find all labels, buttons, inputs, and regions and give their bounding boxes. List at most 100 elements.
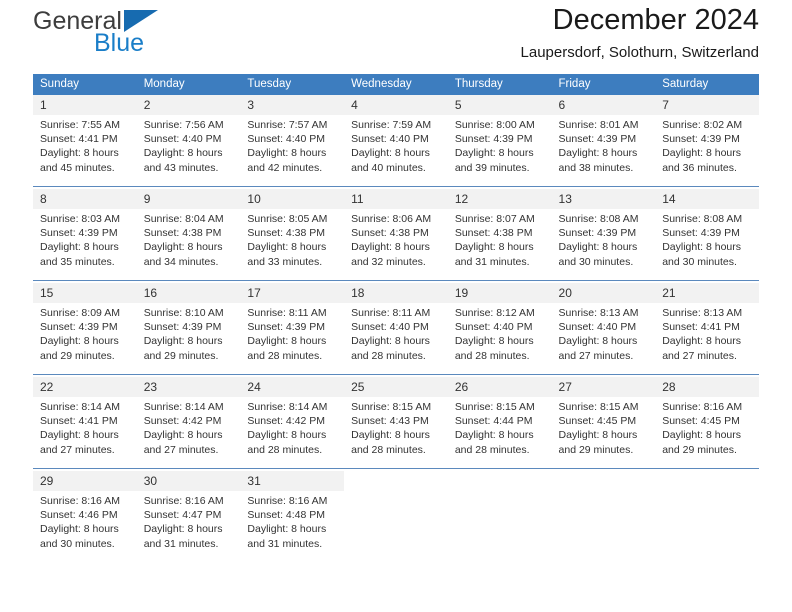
sunset-text: Sunset: 4:46 PM <box>40 509 118 522</box>
day-cell[interactable]: Sunrise: 8:15 AM Sunset: 4:44 PM Dayligh… <box>447 397 552 469</box>
day-number[interactable]: 6 <box>551 95 656 115</box>
day-cell[interactable]: Sunrise: 8:12 AM Sunset: 4:40 PM Dayligh… <box>447 303 552 375</box>
daylight-text-line2: and 30 minutes. <box>558 255 634 268</box>
daylight-text-line2: and 30 minutes. <box>40 537 115 550</box>
sunset-text: Sunset: 4:38 PM <box>351 227 429 240</box>
daylight-text-line1: Daylight: 8 hours <box>558 429 638 442</box>
day-cell[interactable]: Sunrise: 7:57 AM Sunset: 4:40 PM Dayligh… <box>240 115 345 187</box>
day-cell[interactable]: Sunrise: 8:08 AM Sunset: 4:39 PM Dayligh… <box>551 209 656 281</box>
day-cell[interactable]: Sunrise: 7:55 AM Sunset: 4:41 PM Dayligh… <box>33 115 137 187</box>
sunset-text: Sunset: 4:39 PM <box>662 133 740 146</box>
day-number[interactable]: 29 <box>33 471 137 491</box>
day-number[interactable]: 31 <box>240 471 345 491</box>
day-cell[interactable]: Sunrise: 8:05 AM Sunset: 4:38 PM Dayligh… <box>240 209 345 281</box>
sunrise-text: Sunrise: 8:08 AM <box>662 213 743 225</box>
sunset-text: Sunset: 4:39 PM <box>454 133 533 146</box>
day-number[interactable]: 3 <box>240 95 345 115</box>
week-row-daynumbers: 29 30 31 <box>33 471 759 491</box>
day-cell[interactable]: Sunrise: 8:07 AM Sunset: 4:38 PM Dayligh… <box>447 209 552 281</box>
day-cell[interactable]: Sunrise: 8:06 AM Sunset: 4:38 PM Dayligh… <box>344 209 448 281</box>
day-number[interactable]: 27 <box>551 377 656 397</box>
sunset-text: Sunset: 4:39 PM <box>40 227 118 240</box>
day-number[interactable]: 30 <box>136 471 241 491</box>
day-cell[interactable]: Sunrise: 8:11 AM Sunset: 4:40 PM Dayligh… <box>344 303 448 375</box>
day-number[interactable]: 12 <box>447 189 552 209</box>
sunset-text: Sunset: 4:40 PM <box>143 133 222 146</box>
daylight-text-line1: Daylight: 8 hours <box>454 429 534 442</box>
day-number[interactable]: 5 <box>447 95 552 115</box>
page-title: December 2024 <box>552 4 759 36</box>
day-number[interactable]: 14 <box>655 189 759 209</box>
sunrise-text: Sunrise: 8:06 AM <box>351 213 432 225</box>
day-number[interactable]: 8 <box>33 189 137 209</box>
day-cell[interactable]: Sunrise: 7:56 AM Sunset: 4:40 PM Dayligh… <box>136 115 241 187</box>
day-cell[interactable]: Sunrise: 8:00 AM Sunset: 4:39 PM Dayligh… <box>447 115 552 187</box>
day-cell[interactable]: Sunrise: 8:14 AM Sunset: 4:42 PM Dayligh… <box>240 397 345 469</box>
day-number[interactable]: 16 <box>136 283 241 303</box>
sunrise-text: Sunrise: 8:16 AM <box>662 401 743 413</box>
day-cell[interactable]: Sunrise: 8:10 AM Sunset: 4:39 PM Dayligh… <box>136 303 241 375</box>
day-number[interactable]: 22 <box>33 377 137 397</box>
brand-name-blue: Blue <box>94 29 145 57</box>
day-cell[interactable]: Sunrise: 8:16 AM Sunset: 4:46 PM Dayligh… <box>33 491 137 562</box>
brand-logo[interactable]: General Blue <box>33 0 213 68</box>
daylight-text-line2: and 28 minutes. <box>351 443 426 456</box>
day-number[interactable]: 11 <box>344 189 448 209</box>
weekday-header-tuesday: Tuesday <box>240 74 345 95</box>
sunrise-text: Sunrise: 8:03 AM <box>40 213 120 225</box>
sunrise-text: Sunrise: 7:55 AM <box>40 119 120 131</box>
day-number[interactable]: 25 <box>344 377 448 397</box>
week-row-details: Sunrise: 8:09 AM Sunset: 4:39 PM Dayligh… <box>33 303 759 375</box>
day-number[interactable]: 19 <box>447 283 552 303</box>
day-cell[interactable]: Sunrise: 8:01 AM Sunset: 4:39 PM Dayligh… <box>551 115 656 187</box>
week-row-daynumbers: 1 2 3 4 5 6 7 <box>33 95 759 115</box>
day-number[interactable]: 28 <box>655 377 759 397</box>
day-cell[interactable]: Sunrise: 8:03 AM Sunset: 4:39 PM Dayligh… <box>33 209 137 281</box>
day-number[interactable]: 10 <box>240 189 345 209</box>
sunset-text: Sunset: 4:40 PM <box>558 321 637 334</box>
day-number[interactable]: 21 <box>655 283 759 303</box>
day-number[interactable]: 13 <box>551 189 656 209</box>
day-cell[interactable]: Sunrise: 8:15 AM Sunset: 4:43 PM Dayligh… <box>344 397 448 469</box>
daylight-text-line1: Daylight: 8 hours <box>351 241 430 254</box>
sunrise-text: Sunrise: 8:09 AM <box>40 307 120 319</box>
day-cell[interactable]: Sunrise: 8:04 AM Sunset: 4:38 PM Dayligh… <box>136 209 241 281</box>
day-cell[interactable]: Sunrise: 8:16 AM Sunset: 4:47 PM Dayligh… <box>136 491 241 562</box>
day-cell[interactable]: Sunrise: 8:11 AM Sunset: 4:39 PM Dayligh… <box>240 303 345 375</box>
daylight-text-line1: Daylight: 8 hours <box>351 147 430 160</box>
day-cell[interactable]: Sunrise: 8:14 AM Sunset: 4:41 PM Dayligh… <box>33 397 137 469</box>
day-number[interactable]: 24 <box>240 377 345 397</box>
weekday-header-thursday: Thursday <box>447 74 552 95</box>
day-number[interactable]: 1 <box>33 95 137 115</box>
day-cell[interactable]: Sunrise: 8:13 AM Sunset: 4:40 PM Dayligh… <box>551 303 656 375</box>
day-cell[interactable]: Sunrise: 8:15 AM Sunset: 4:45 PM Dayligh… <box>551 397 656 469</box>
day-number[interactable]: 17 <box>240 283 345 303</box>
sunset-text: Sunset: 4:40 PM <box>351 321 429 334</box>
day-number[interactable]: 9 <box>136 189 241 209</box>
day-number[interactable]: 7 <box>655 95 759 115</box>
day-cell[interactable]: Sunrise: 8:16 AM Sunset: 4:45 PM Dayligh… <box>655 397 759 469</box>
day-number[interactable]: 15 <box>33 283 137 303</box>
day-cell[interactable]: Sunrise: 8:08 AM Sunset: 4:39 PM Dayligh… <box>655 209 759 281</box>
day-cell[interactable]: Sunrise: 7:59 AM Sunset: 4:40 PM Dayligh… <box>344 115 448 187</box>
day-number[interactable]: 4 <box>344 95 448 115</box>
sunset-text: Sunset: 4:38 PM <box>247 227 326 240</box>
day-cell[interactable]: Sunrise: 8:16 AM Sunset: 4:48 PM Dayligh… <box>240 491 345 562</box>
daylight-text-line1: Daylight: 8 hours <box>143 429 223 442</box>
sunset-text: Sunset: 4:38 PM <box>454 227 533 240</box>
day-cell[interactable]: Sunrise: 8:14 AM Sunset: 4:42 PM Dayligh… <box>136 397 241 469</box>
weekday-header-friday: Friday <box>551 74 656 95</box>
day-cell[interactable]: Sunrise: 8:02 AM Sunset: 4:39 PM Dayligh… <box>655 115 759 187</box>
sunrise-text: Sunrise: 8:11 AM <box>247 307 327 319</box>
sunrise-text: Sunrise: 8:05 AM <box>247 213 328 225</box>
day-cell[interactable]: Sunrise: 8:13 AM Sunset: 4:41 PM Dayligh… <box>655 303 759 375</box>
day-number[interactable]: 2 <box>136 95 241 115</box>
day-number[interactable]: 18 <box>344 283 448 303</box>
day-cell[interactable]: Sunrise: 8:09 AM Sunset: 4:39 PM Dayligh… <box>33 303 137 375</box>
daylight-text-line2: and 27 minutes. <box>558 349 634 362</box>
day-number[interactable]: 26 <box>447 377 552 397</box>
day-number[interactable]: 23 <box>136 377 241 397</box>
daylight-text-line1: Daylight: 8 hours <box>662 335 742 348</box>
daylight-text-line1: Daylight: 8 hours <box>247 241 327 254</box>
day-number[interactable]: 20 <box>551 283 656 303</box>
